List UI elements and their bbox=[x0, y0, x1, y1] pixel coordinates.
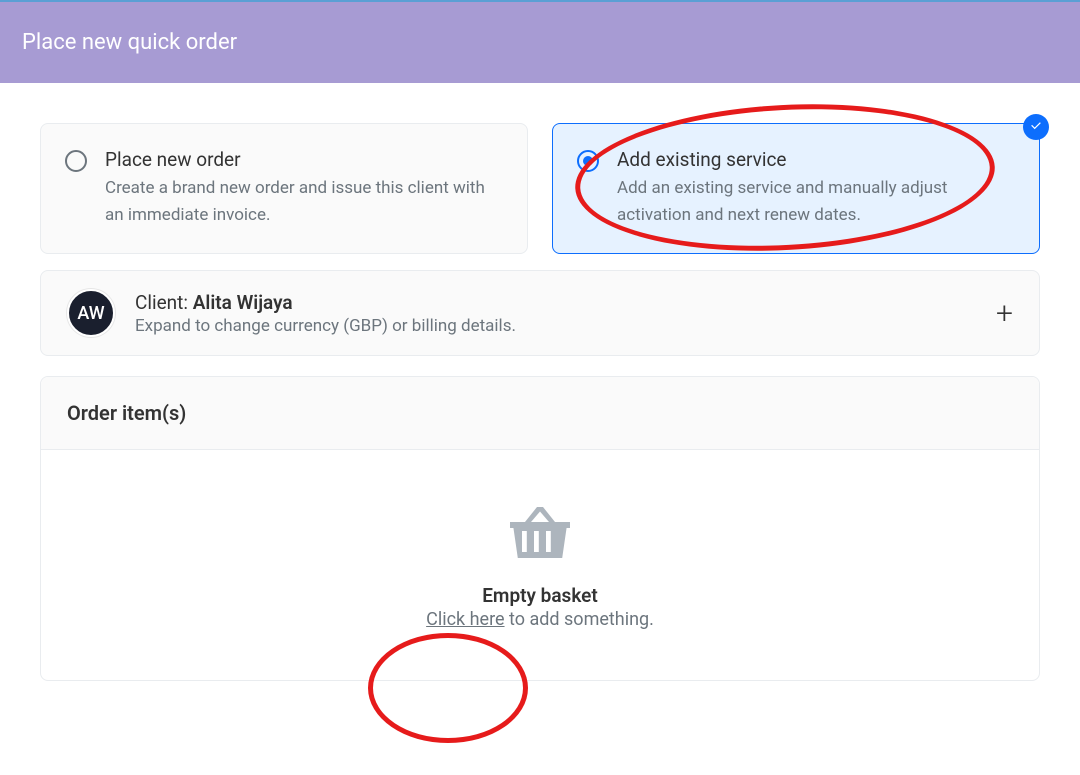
option-title: Place new order bbox=[105, 148, 503, 171]
page-title: Place new quick order bbox=[22, 30, 237, 55]
basket-icon bbox=[67, 500, 1013, 566]
place-new-order-card[interactable]: Place new order Create a brand new order… bbox=[40, 123, 528, 254]
client-panel[interactable]: AW Client: Alita Wijaya Expand to change… bbox=[40, 270, 1040, 356]
client-label: Client: bbox=[135, 291, 193, 314]
empty-basket-title: Empty basket bbox=[67, 584, 1013, 607]
client-info: Client: Alita Wijaya Expand to change cu… bbox=[135, 291, 516, 336]
radio-checked-icon bbox=[577, 150, 599, 172]
option-description: Create a brand new order and issue this … bbox=[105, 175, 503, 229]
option-text: Add existing service Add an existing ser… bbox=[617, 148, 1015, 229]
main-content: Place new order Create a brand new order… bbox=[0, 83, 1080, 761]
option-description: Add an existing service and manually adj… bbox=[617, 175, 1015, 229]
page-header: Place new quick order bbox=[0, 2, 1080, 83]
client-name-line: Client: Alita Wijaya bbox=[135, 291, 516, 314]
empty-suffix: to add something. bbox=[505, 609, 654, 630]
check-badge-icon bbox=[1023, 114, 1049, 140]
client-name: Alita Wijaya bbox=[193, 291, 293, 314]
empty-basket-description: Click here to add something. bbox=[67, 609, 1013, 630]
order-items-body: Empty basket Click here to add something… bbox=[41, 450, 1039, 680]
option-text: Place new order Create a brand new order… bbox=[105, 148, 503, 229]
order-items-section: Order item(s) Empty basket Click he bbox=[40, 376, 1040, 681]
click-here-link[interactable]: Click here bbox=[426, 609, 504, 630]
radio-unchecked-icon bbox=[65, 150, 87, 172]
client-hint: Expand to change currency (GBP) or billi… bbox=[135, 316, 516, 336]
order-items-heading: Order item(s) bbox=[41, 377, 1039, 450]
plus-icon: + bbox=[996, 296, 1013, 331]
option-title: Add existing service bbox=[617, 148, 1015, 171]
avatar: AW bbox=[67, 289, 115, 337]
expand-button[interactable]: + bbox=[996, 296, 1013, 331]
avatar-initials: AW bbox=[77, 303, 104, 324]
add-existing-service-card[interactable]: Add existing service Add an existing ser… bbox=[552, 123, 1040, 254]
order-type-options: Place new order Create a brand new order… bbox=[40, 123, 1040, 254]
